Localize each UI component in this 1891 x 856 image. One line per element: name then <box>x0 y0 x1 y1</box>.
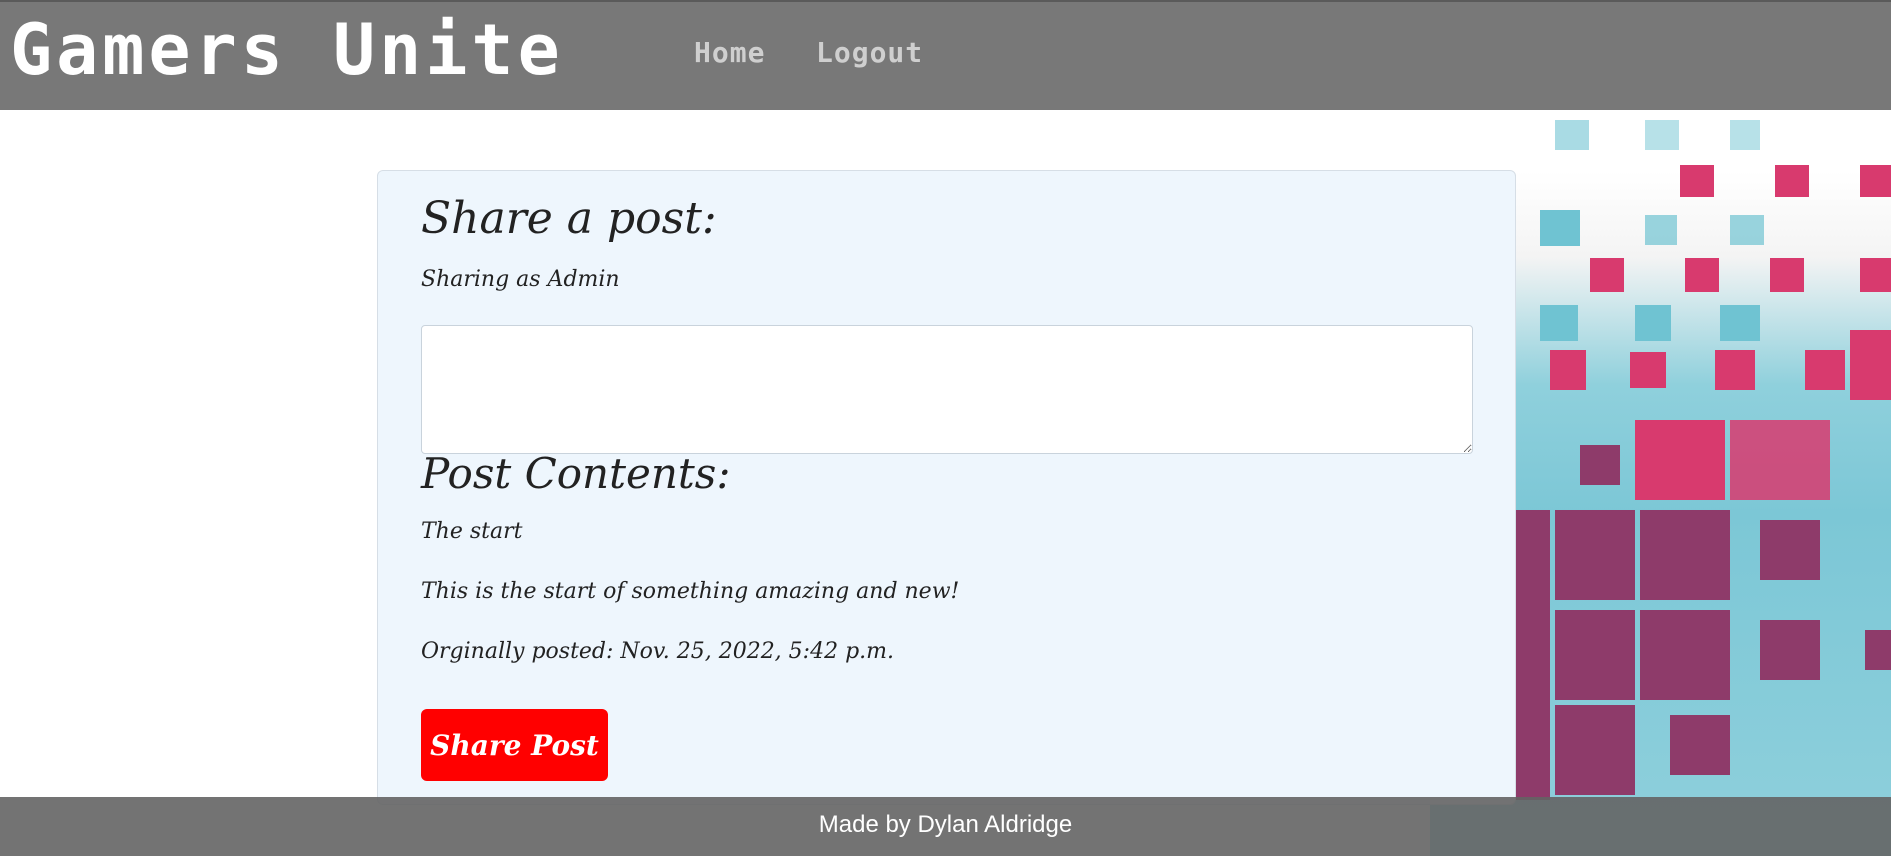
share-post-button[interactable]: Share Post <box>421 709 608 781</box>
post-comment-input[interactable] <box>421 325 1473 454</box>
nav-link-logout[interactable]: Logout <box>816 36 923 69</box>
sharing-as-text: Sharing as Admin <box>421 267 620 292</box>
navbar: Gamers Unite Home Logout <box>0 0 1891 110</box>
footer: Made by Dylan Aldridge <box>0 797 1891 856</box>
nav-link-home[interactable]: Home <box>694 36 765 69</box>
footer-credit: Made by Dylan Aldridge <box>818 811 1073 838</box>
share-post-heading: Share a post: <box>421 193 717 244</box>
post-date: Orginally posted: Nov. 25, 2022, 5:42 p.… <box>421 639 894 664</box>
post-title: The start <box>421 519 523 544</box>
post-contents-heading: Post Contents: <box>421 449 731 498</box>
site-brand[interactable]: Gamers Unite <box>10 8 564 92</box>
share-post-card: Share a post: Sharing as Admin Post Cont… <box>377 170 1516 805</box>
post-body: This is the start of something amazing a… <box>421 579 960 604</box>
